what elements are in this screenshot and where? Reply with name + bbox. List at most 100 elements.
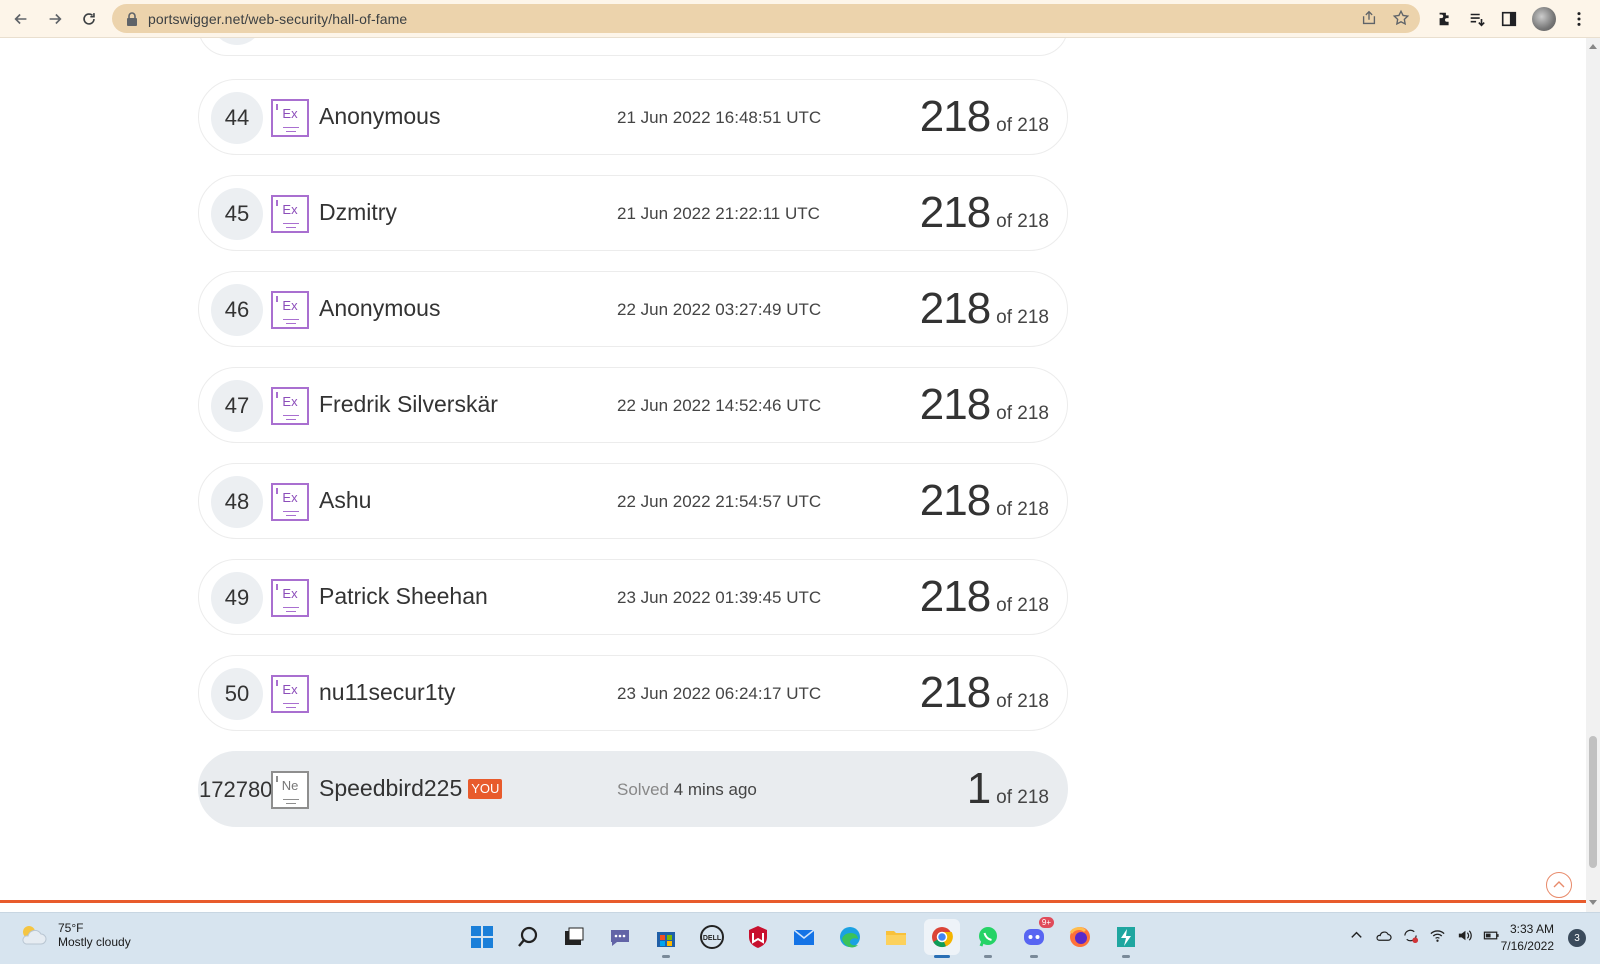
user-name: nu11secur1ty — [319, 679, 456, 705]
dell-logo-icon: DELL — [700, 925, 724, 949]
page-scrollbar[interactable] — [1586, 38, 1600, 912]
bookmark-star-icon[interactable] — [1392, 9, 1410, 27]
system-clock[interactable]: 3:33 AM 7/16/2022 — [1501, 921, 1554, 955]
solved-time: Solved 4 mins ago — [617, 780, 757, 800]
address-bar[interactable]: portswigger.net/web-security/hall-of-fam… — [112, 4, 1420, 33]
completion-date: 23 Jun 2022 01:39:45 UTC — [617, 588, 822, 607]
scroll-up-icon[interactable] — [1589, 44, 1597, 49]
leaderboard-row: 48 Ex Ashu 22 Jun 2022 21:54:57 UTC 218 o… — [198, 463, 1068, 539]
extensions-icon[interactable] — [1436, 10, 1454, 28]
microsoft-store-button[interactable] — [648, 919, 684, 958]
leaderboard-row-partial: 43 — [198, 38, 1068, 56]
mcafee-button[interactable] — [740, 919, 776, 955]
leaderboard-row: 49 Ex Patrick Sheehan 23 Jun 2022 01:39:… — [198, 559, 1068, 635]
firefox-icon — [1069, 927, 1090, 947]
weather-widget[interactable]: 75°F Mostly cloudy — [18, 921, 131, 949]
rank-number: 50 — [211, 668, 263, 720]
windows-taskbar: 75°F Mostly cloudy DELL 9+ 3:33 AM 7/16/… — [0, 912, 1600, 964]
page-viewport: 43 44 Ex Anonymous 21 Jun 2022 16:48:51 … — [0, 38, 1586, 912]
menu-kebab-icon[interactable] — [1570, 10, 1588, 28]
whatsapp-button[interactable] — [970, 919, 1006, 958]
user-name: Anonymous — [319, 295, 441, 321]
folder-icon — [886, 931, 906, 945]
completion-date: 21 Jun 2022 16:48:51 UTC — [617, 108, 822, 127]
expert-badge-icon: Ex — [271, 291, 309, 329]
task-view-button[interactable] — [556, 919, 592, 955]
solved-label: Solved — [617, 780, 669, 799]
discord-unread-badge: 9+ — [1038, 917, 1054, 928]
edge-button[interactable] — [832, 919, 868, 955]
volume-icon[interactable] — [1456, 927, 1473, 944]
user-name-text: Speedbird225 — [319, 775, 463, 801]
weather-desc: Mostly cloudy — [58, 935, 131, 949]
leaderboard-row: 47 Ex Fredrik Silverskär 22 Jun 2022 14:… — [198, 367, 1068, 443]
profile-avatar[interactable] — [1532, 7, 1556, 31]
onedrive-icon[interactable] — [1375, 927, 1392, 944]
firefox-button[interactable] — [1062, 919, 1098, 955]
leaderboard-row: 44 Ex Anonymous 21 Jun 2022 16:48:51 UTC… — [198, 79, 1068, 155]
dell-button[interactable]: DELL — [694, 919, 730, 955]
app-bolt-button[interactable] — [1108, 919, 1144, 958]
mcafee-shield-icon — [749, 926, 767, 948]
task-view-icon — [565, 927, 584, 945]
score: 218 of 218 — [919, 284, 1049, 333]
teams-chat-button[interactable] — [602, 919, 638, 955]
sync-icon[interactable] — [1402, 927, 1419, 944]
reading-list-icon[interactable] — [1468, 10, 1486, 28]
user-name: Ashu — [319, 487, 372, 513]
url-text: portswigger.net/web-security/hall-of-fam… — [148, 10, 408, 27]
store-icon — [657, 932, 675, 947]
notification-count-badge[interactable]: 3 — [1568, 929, 1586, 947]
chrome-button[interactable] — [924, 919, 960, 958]
clock-time: 3:33 AM — [1509, 922, 1554, 936]
completion-date: 21 Jun 2022 21:22:11 UTC — [617, 204, 820, 223]
score: 218 of 218 — [919, 476, 1049, 525]
whatsapp-icon — [979, 927, 997, 947]
expert-badge-icon: Ex — [271, 675, 309, 713]
scroll-thumb[interactable] — [1589, 736, 1597, 868]
edge-icon — [840, 927, 860, 948]
share-icon[interactable] — [1360, 9, 1378, 27]
rank-number: 47 — [211, 380, 263, 432]
completion-date: 22 Jun 2022 14:52:46 UTC — [617, 396, 822, 415]
user-name: Anonymous — [319, 103, 441, 129]
scroll-down-icon[interactable] — [1589, 900, 1597, 905]
score: 218 of 218 — [919, 668, 1049, 717]
start-button[interactable] — [464, 919, 500, 955]
search-button[interactable] — [510, 919, 546, 955]
expert-badge-icon: Ex — [271, 387, 309, 425]
score: 218 of 218 — [919, 92, 1049, 141]
file-explorer-button[interactable] — [878, 919, 914, 955]
side-panel-icon[interactable] — [1500, 10, 1518, 28]
mail-button[interactable] — [786, 919, 822, 955]
rank-number: 45 — [211, 188, 263, 240]
expert-badge-icon: Ex — [271, 483, 309, 521]
user-name: Fredrik Silverskär — [319, 391, 498, 417]
score: 218 of 218 — [919, 572, 1049, 621]
chevron-up-icon — [1553, 881, 1565, 888]
forward-icon[interactable] — [42, 6, 68, 32]
score: 218 of 218 — [919, 188, 1049, 237]
user-name: Dzmitry — [319, 199, 397, 225]
score: 218 of 218 — [919, 380, 1049, 429]
wifi-icon[interactable] — [1429, 927, 1446, 944]
svg-text:DELL: DELL — [703, 935, 722, 942]
you-badge: YOU — [468, 778, 503, 799]
discord-button[interactable]: 9+ — [1016, 917, 1054, 958]
expert-badge-icon: Ex — [271, 195, 309, 233]
search-icon — [518, 926, 538, 947]
rank-number: 49 — [211, 572, 263, 624]
partly-cloudy-icon — [22, 926, 47, 945]
completion-date: 22 Jun 2022 21:54:57 UTC — [617, 492, 822, 511]
leaderboard-row-current-user: 172780 Ne Speedbird225 YOU Solved 4 mins… — [198, 751, 1068, 827]
windows-logo-icon — [471, 926, 493, 948]
chat-icon — [611, 930, 629, 946]
back-to-top-button[interactable] — [1546, 872, 1572, 898]
back-icon[interactable] — [8, 6, 34, 32]
battery-icon[interactable] — [1483, 927, 1500, 944]
reload-icon[interactable] — [76, 6, 102, 32]
lock-icon — [127, 11, 137, 26]
rank-number: 48 — [211, 476, 263, 528]
clock-date: 7/16/2022 — [1500, 939, 1554, 953]
chevron-up-tray-icon[interactable] — [1348, 927, 1365, 944]
